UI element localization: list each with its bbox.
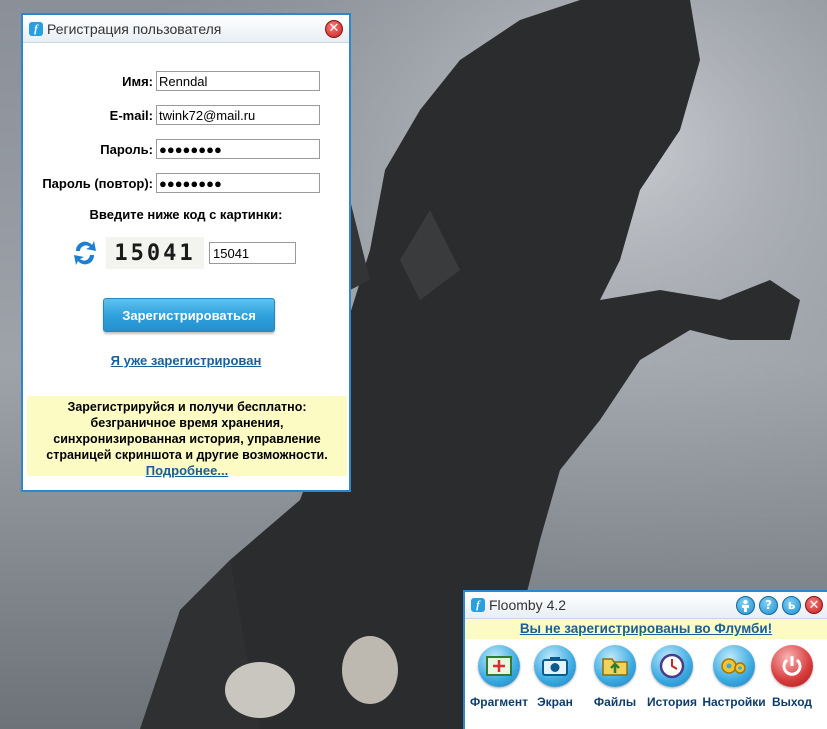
gears-icon: [713, 645, 755, 687]
social-icon[interactable]: ь: [782, 595, 801, 615]
name-input[interactable]: [156, 71, 320, 91]
camera-icon: [534, 645, 576, 687]
captcha-caption: Введите ниже код с картинки:: [89, 207, 283, 222]
promo-box: Зарегистрируйся и получи бесплатно: безг…: [27, 396, 347, 479]
password-repeat-row: Пароль (повтор):: [23, 173, 349, 195]
help-icon[interactable]: ?: [759, 595, 778, 615]
refresh-captcha-icon[interactable]: [72, 237, 98, 269]
tool-screen[interactable]: Экран: [522, 645, 588, 709]
profile-icon[interactable]: [736, 595, 755, 615]
email-row: E-mail:: [23, 105, 349, 127]
captcha-input[interactable]: [209, 242, 296, 264]
tool-history[interactable]: История: [639, 645, 705, 709]
registration-titlebar: f Регистрация пользователя ✕: [23, 15, 349, 43]
floomby-window: f Floomby 4.2 ? ь ✕ Вы не зарегистрирова…: [463, 590, 827, 729]
not-registered-link[interactable]: Вы не зарегистрированы во Флумби!: [465, 619, 827, 639]
fragment-icon: [478, 645, 520, 687]
register-button[interactable]: Зарегистрироваться: [103, 298, 275, 332]
registration-title: Регистрация пользователя: [47, 20, 222, 37]
clock-icon: [651, 645, 693, 687]
registration-dialog: f Регистрация пользователя ✕ Имя: E-mail…: [21, 13, 351, 492]
close-icon[interactable]: ✕: [325, 19, 343, 38]
tool-label: История: [646, 695, 698, 709]
tool-exit[interactable]: Выход: [759, 645, 825, 709]
close-icon[interactable]: ✕: [805, 596, 823, 614]
tool-label: Выход: [771, 695, 813, 709]
promo-line: Зарегистрируйся и получи бесплатно:: [67, 400, 307, 414]
promo-line: безграничное время хранения,: [90, 416, 284, 430]
power-icon: [771, 645, 813, 687]
password-input[interactable]: [156, 139, 320, 159]
captcha-image: 15041: [106, 237, 204, 269]
email-label: E-mail:: [109, 108, 153, 123]
password-repeat-label: Пароль (повтор):: [42, 176, 153, 191]
tool-settings[interactable]: Настройки: [701, 645, 767, 709]
email-input[interactable]: [156, 105, 320, 125]
folder-icon: [594, 645, 636, 687]
promo-line: страницей скриншота и другие возможности…: [46, 448, 328, 462]
floomby-titlebar: f Floomby 4.2 ? ь ✕: [465, 592, 827, 619]
more-link[interactable]: Подробнее...: [27, 463, 347, 479]
promo-line: синхронизированная история, управление: [53, 432, 321, 446]
name-row: Имя:: [23, 71, 349, 93]
password-row: Пароль:: [23, 139, 349, 161]
password-repeat-input[interactable]: [156, 173, 320, 193]
name-label: Имя:: [122, 74, 153, 89]
floomby-logo-icon: f: [471, 598, 485, 612]
password-label: Пароль:: [100, 142, 153, 157]
toolbar: Фрагмент Экран Файлы История Настройки В…: [465, 639, 827, 727]
floomby-logo-icon: f: [29, 21, 43, 36]
already-registered-link[interactable]: Я уже зарегистрирован: [23, 353, 349, 368]
tool-label: Экран: [537, 695, 573, 709]
tool-label: Настройки: [702, 695, 766, 709]
floomby-title: Floomby 4.2: [489, 597, 567, 613]
